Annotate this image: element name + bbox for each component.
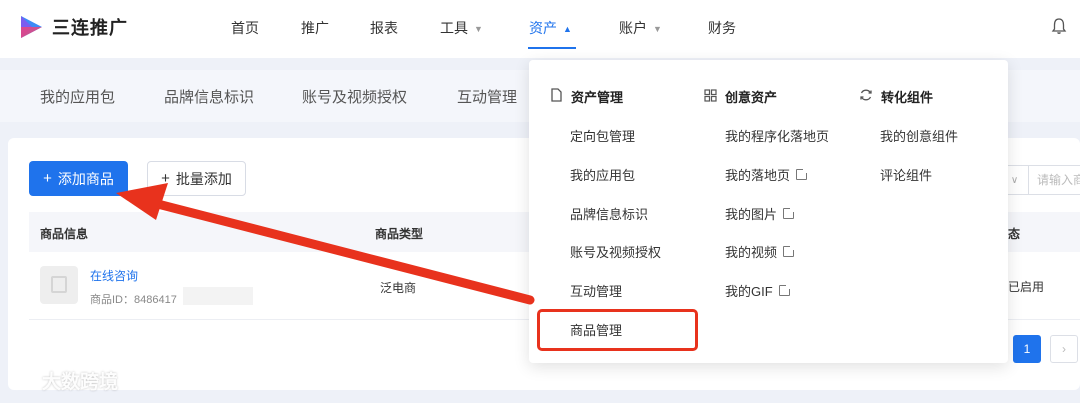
subtab-brand-identity[interactable]: 品牌信息标识	[164, 86, 254, 107]
page-1-button[interactable]: 1	[1013, 335, 1041, 363]
logo-icon	[21, 16, 42, 38]
menu-item-programmatic-landing[interactable]: 我的程序化落地页	[725, 126, 829, 145]
product-id: 商品ID：8486417	[90, 294, 177, 306]
menu-item-brand-identity[interactable]: 品牌信息标识	[570, 204, 648, 223]
nav-finance[interactable]: 财务	[708, 18, 736, 38]
chevron-down-icon: ▼	[653, 24, 662, 34]
watermark-logo-icon	[8, 372, 35, 390]
chevron-up-icon: ▲	[563, 24, 572, 34]
dropdown-heading-creative-assets: 创意资产	[704, 87, 777, 106]
redacted-area	[183, 287, 253, 305]
chevron-right-icon: ›	[1062, 342, 1066, 356]
product-type-cell: 泛电商	[380, 281, 417, 295]
top-navbar: 三连推广 首页 推广 报表 工具 ▼ 资产 ▲ 账户 ▼ 财务	[0, 0, 1080, 58]
plus-icon: +	[161, 170, 170, 187]
external-link-icon	[783, 245, 796, 257]
annotation-highlight-box	[537, 309, 698, 351]
external-link-icon	[783, 207, 796, 219]
external-link-icon	[778, 284, 791, 296]
shopping-bag-icon	[51, 276, 67, 293]
dropdown-heading-asset-management: 资产管理	[550, 87, 623, 106]
status-cell: 已启用	[1008, 280, 1045, 294]
nav-home[interactable]: 首页	[231, 18, 259, 38]
menu-item-comment-components[interactable]: 评论组件	[880, 165, 932, 184]
menu-item-videos[interactable]: 我的视频	[725, 242, 796, 261]
search-input[interactable]: 请输入商	[1028, 165, 1080, 195]
nav-tools[interactable]: 工具 ▼	[440, 18, 483, 38]
dropdown-heading-conversion-components: 转化组件	[859, 87, 933, 106]
add-product-button[interactable]: + 添加商品	[29, 161, 128, 196]
menu-item-landing-pages[interactable]: 我的落地页	[725, 165, 809, 184]
subtab-account-video-auth[interactable]: 账号及视频授权	[302, 86, 407, 107]
chevron-down-icon: ▼	[474, 24, 483, 34]
menu-item-interaction[interactable]: 互动管理	[570, 281, 622, 300]
batch-add-button[interactable]: + 批量添加	[147, 161, 246, 196]
file-icon	[550, 88, 563, 105]
subtab-app-package[interactable]: 我的应用包	[40, 86, 115, 107]
watermark: 大数跨境	[8, 367, 118, 394]
subtab-interaction[interactable]: 互动管理	[457, 86, 517, 107]
chevron-down-icon: ∨	[1010, 174, 1019, 186]
menu-item-gif[interactable]: 我的GIF	[725, 281, 791, 300]
nav-assets[interactable]: 资产 ▲	[529, 18, 572, 38]
external-link-icon	[796, 168, 809, 180]
menu-item-images[interactable]: 我的图片	[725, 204, 796, 223]
nav-account[interactable]: 账户 ▼	[619, 18, 662, 38]
menu-item-account-video-auth[interactable]: 账号及视频授权	[570, 242, 661, 261]
nav-active-indicator	[528, 47, 576, 49]
bell-icon[interactable]	[1051, 17, 1067, 35]
menu-item-creative-components[interactable]: 我的创意组件	[880, 126, 958, 145]
menu-item-targeting-package[interactable]: 定向包管理	[570, 126, 635, 145]
column-status: 态	[1008, 227, 1021, 241]
refresh-icon	[859, 88, 873, 105]
next-page-button[interactable]: ›	[1050, 335, 1078, 363]
nav-reports[interactable]: 报表	[370, 18, 398, 38]
column-product-type: 商品类型	[375, 227, 424, 241]
product-name-link[interactable]: 在线咨询	[90, 267, 138, 284]
menu-item-app-package[interactable]: 我的应用包	[570, 165, 635, 184]
grid-icon	[704, 88, 717, 105]
column-product-info: 商品信息	[40, 227, 89, 241]
app-name: 三连推广	[52, 18, 128, 38]
nav-promotion[interactable]: 推广	[301, 18, 329, 38]
plus-icon: +	[43, 170, 52, 187]
app-logo[interactable]: 三连推广	[18, 14, 128, 40]
